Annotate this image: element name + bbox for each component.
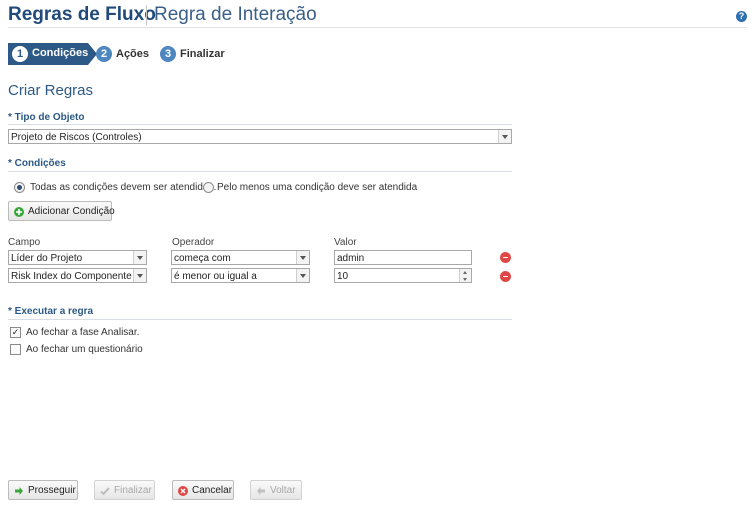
add-condition-button[interactable]: Adicionar Condição [8,201,115,221]
condition-operator-select[interactable]: é menor ou igual a [171,268,310,283]
arrow-left-icon [257,487,265,495]
conditions-divider [8,171,512,172]
column-header-field: Campo [8,237,41,248]
condition-value-stepper[interactable]: 10 [334,268,472,283]
next-label: Prosseguir [28,485,76,496]
condition-field-value: Líder do Projeto [11,253,83,264]
page-title: Regras de Fluxo [8,4,156,25]
conditions-label: * Condições [8,158,66,169]
object-type-label: * Tipo de Objeto [8,112,85,123]
condition-operator-value: começa com [174,253,231,264]
remove-condition-icon[interactable] [500,252,511,263]
chevron-down-icon [133,251,146,264]
column-header-operator: Operador [172,237,215,248]
header-divider [8,27,747,28]
checkbox-close-analyze-label: Ao fechar a fase Analisar. [26,327,140,338]
checkbox-close-questionnaire[interactable] [10,344,21,355]
step-number-1: 1 [12,46,28,62]
stepper-arrows-icon[interactable] [459,269,471,282]
page-subtitle: Regra de Interação [154,4,317,25]
next-button[interactable]: Prosseguir [8,480,78,500]
step-number-3[interactable]: 3 [160,46,176,62]
execute-rule-divider [8,319,512,320]
cancel-button[interactable]: Cancelar [172,480,234,500]
back-label: Voltar [270,485,296,496]
step-actions[interactable]: Ações [116,48,149,60]
checkbox-close-analyze[interactable]: ✓ [10,327,21,338]
radio-any-condition[interactable] [203,182,214,193]
remove-condition-icon[interactable] [500,271,511,282]
finish-label: Finalizar [114,485,152,496]
condition-value-input[interactable]: admin [334,250,472,265]
chevron-down-icon [296,269,309,282]
chevron-down-icon [498,130,511,143]
chevron-down-icon [133,269,146,282]
condition-operator-select[interactable]: começa com [171,250,310,265]
checkbox-close-questionnaire-label: Ao fechar um questionário [26,344,143,355]
execute-rule-label: * Executar a regra [8,306,94,317]
step-finish[interactable]: Finalizar [180,48,225,60]
cancel-icon [178,486,188,496]
object-type-select[interactable]: Projeto de Riscos (Controles) [8,129,512,144]
condition-field-select[interactable]: Risk Index do Componente de A [8,268,147,283]
condition-value-number: 10 [337,271,349,282]
radio-all-conditions[interactable] [14,182,25,193]
arrow-right-icon [15,487,23,495]
section-heading: Criar Regras [8,82,94,99]
object-type-divider [8,124,512,125]
condition-field-select[interactable]: Líder do Projeto [8,250,147,265]
chevron-down-icon [296,251,309,264]
condition-operator-value: é menor ou igual a [174,271,257,282]
back-button[interactable]: Voltar [250,480,302,500]
radio-all-label: Todas as condições devem ser atendidas. [30,182,217,193]
cancel-label: Cancelar [192,485,233,496]
title-separator [146,5,147,25]
column-header-value: Valor [334,237,357,248]
help-icon[interactable]: ? [736,11,747,22]
step-label-conditions: Condições [32,47,89,59]
step-number-2[interactable]: 2 [96,46,112,62]
radio-any-label: Pelo menos uma condição deve ser atendid… [217,182,418,193]
condition-field-value: Risk Index do Componente de A [11,271,147,282]
add-condition-label: Adicionar Condição [28,206,115,217]
object-type-value: Projeto de Riscos (Controles) [11,132,142,143]
checkmark-icon [100,487,110,496]
finish-button[interactable]: Finalizar [94,480,155,500]
add-icon [14,207,24,217]
step-conditions[interactable]: 1 Condições [8,43,88,65]
